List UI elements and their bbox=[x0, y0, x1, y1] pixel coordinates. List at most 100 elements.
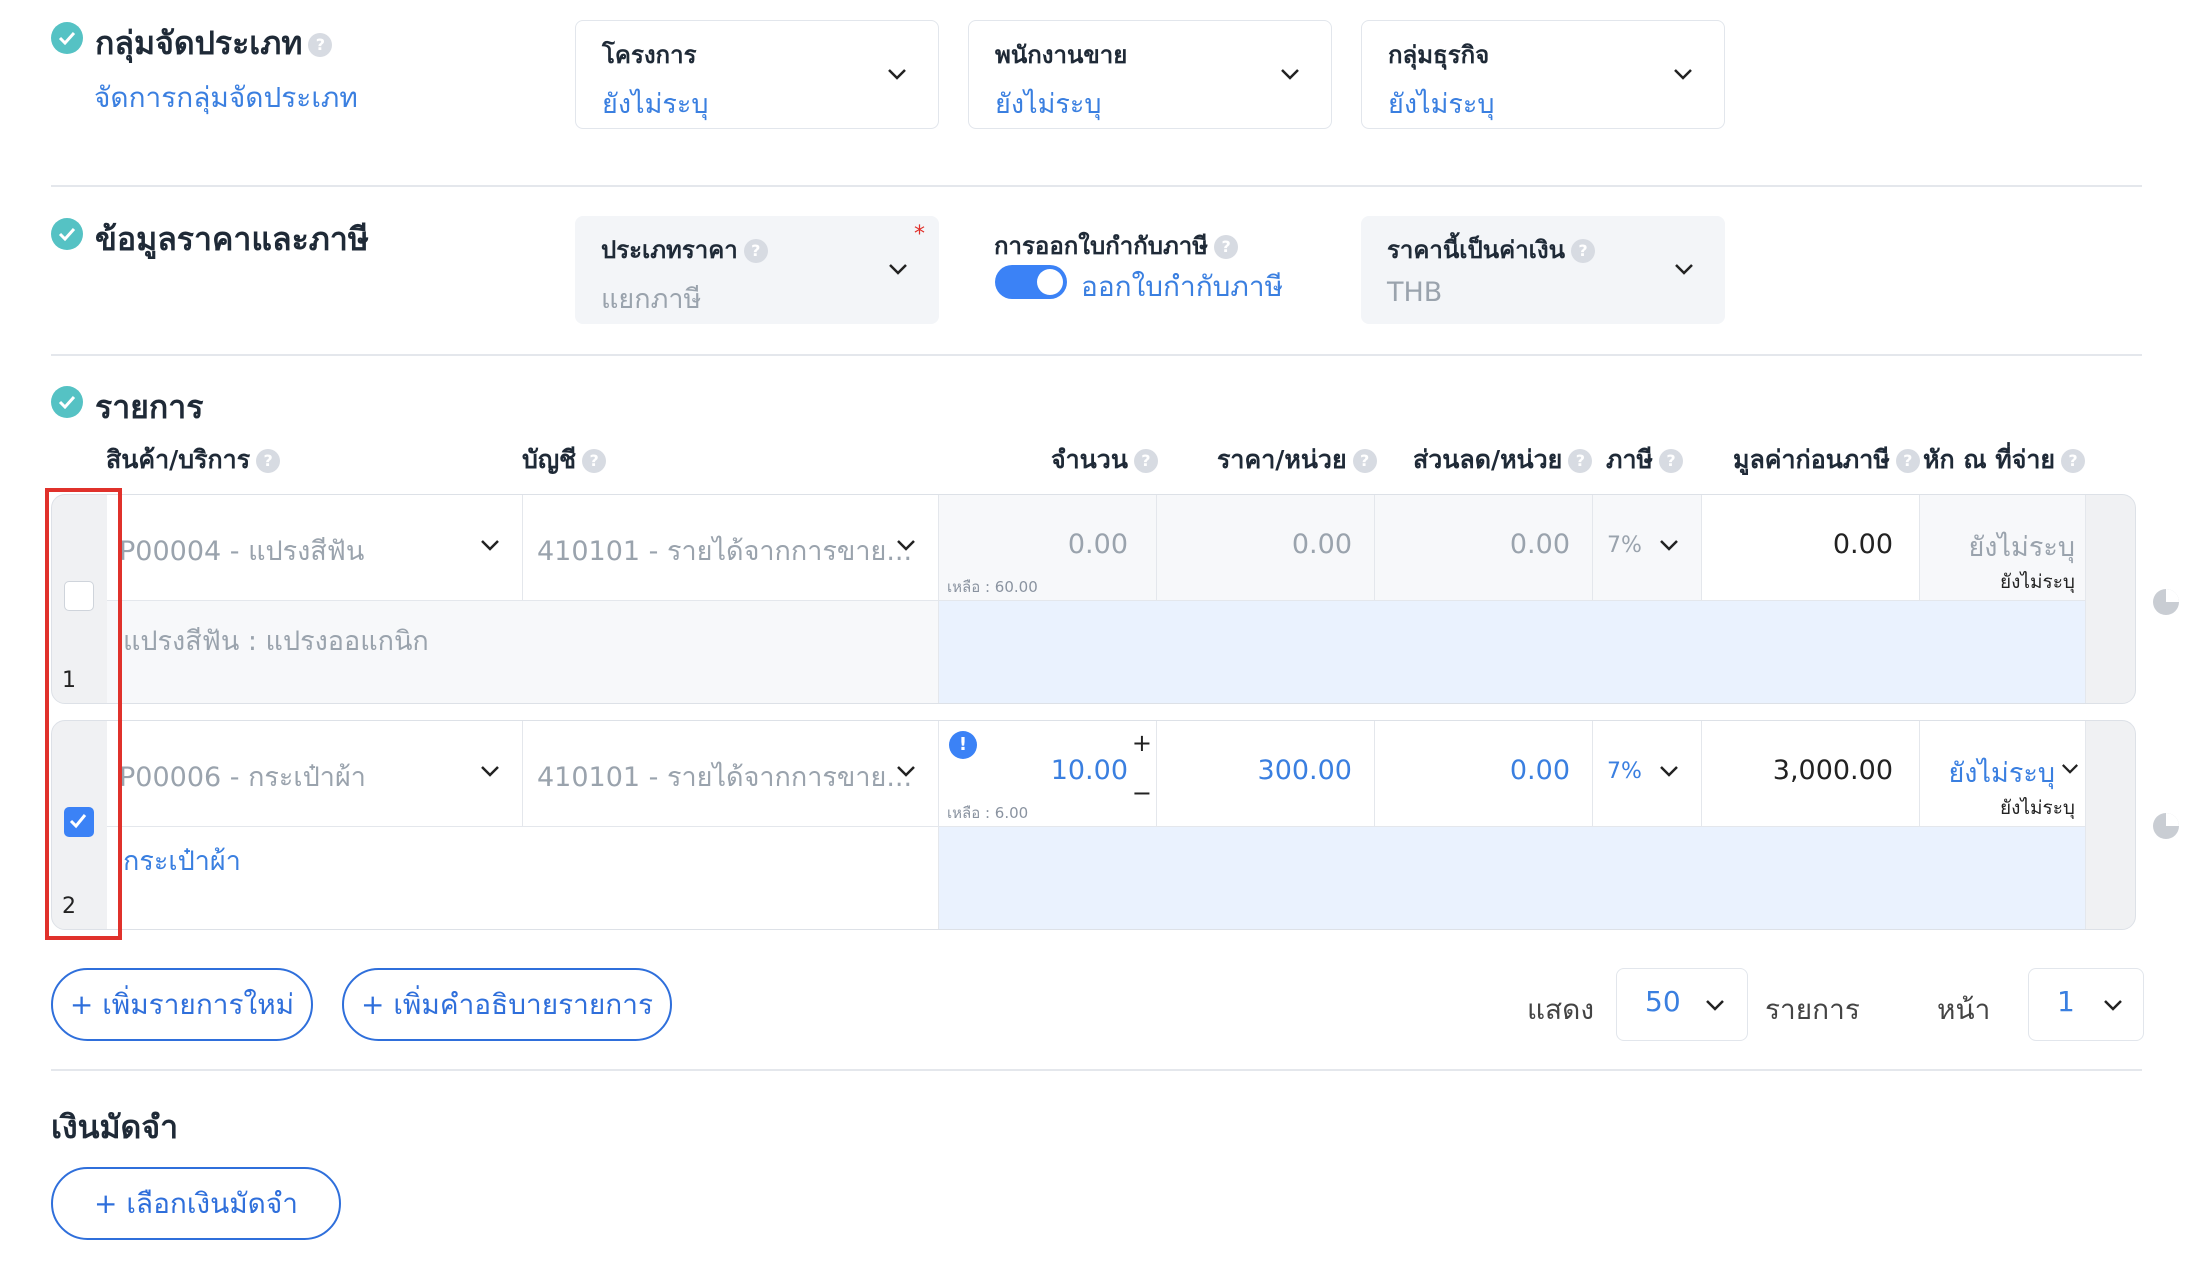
project-value: ยังไม่ระบุ bbox=[602, 89, 709, 120]
col-product-text: สินค้า/บริการ bbox=[106, 445, 251, 474]
quantity-input[interactable]: ! 10.00 + − เหลือ : 6.00 bbox=[939, 721, 1157, 827]
selection-highlight-box bbox=[45, 488, 122, 940]
col-product: สินค้า/บริการ? bbox=[106, 440, 281, 480]
wht-select[interactable]: ยังไม่ระบุ ยังไม่ระบุ bbox=[1920, 721, 2086, 827]
col-account: บัญชี? bbox=[522, 440, 607, 480]
description-extra-area bbox=[939, 601, 2086, 703]
help-icon[interactable]: ? bbox=[582, 449, 607, 473]
chevron-down-icon bbox=[897, 766, 915, 777]
quantity-input[interactable]: 0.00 เหลือ : 60.00 bbox=[939, 495, 1157, 601]
help-icon[interactable]: ? bbox=[1659, 449, 1683, 473]
currency-select[interactable]: ราคานี้เป็นค่าเงิน? THB bbox=[1361, 216, 1725, 324]
col-pretax: มูลค่าก่อนภาษี? bbox=[1733, 440, 1920, 480]
col-price: ราคา/หน่วย? bbox=[1217, 440, 1377, 480]
chevron-down-icon bbox=[1281, 69, 1299, 80]
price-value: 0.00 bbox=[1291, 529, 1352, 560]
remaining-stock: เหลือ : 6.00 bbox=[947, 804, 1029, 822]
group-section-title: กลุ่มจัดประเภท? bbox=[95, 18, 333, 69]
pie-chart-icon[interactable] bbox=[2150, 810, 2182, 842]
quantity-value: 0.00 bbox=[1067, 529, 1128, 560]
add-description-button[interactable]: + เพิ่มคำอธิบายรายการ bbox=[342, 968, 672, 1041]
col-wht-text: หัก ณ ที่จ่าย bbox=[1923, 445, 2056, 474]
product-value: P00004 - แปรงสีฟัน bbox=[119, 536, 365, 567]
manage-group-link[interactable]: จัดการกลุ่มจัดประเภท bbox=[94, 76, 358, 120]
account-select[interactable]: 410101 - รายได้จากการขาย... bbox=[523, 495, 939, 601]
col-discount: ส่วนลด/หน่วย? bbox=[1413, 440, 1593, 480]
price-type-value: แยกภาษี bbox=[601, 284, 702, 315]
col-wht: หัก ณ ที่จ่าย? bbox=[1923, 440, 2086, 480]
quantity-value: 10.00 bbox=[1050, 755, 1128, 786]
pretax-value: 3,000.00 bbox=[1772, 755, 1893, 786]
page-select[interactable]: 1 bbox=[2028, 968, 2144, 1041]
help-icon[interactable]: ? bbox=[1352, 449, 1377, 473]
table-row: 1 P00004 - แปรงสีฟัน 410101 - รายได้จากก… bbox=[51, 494, 2136, 704]
wht-value: ยังไม่ระบุ bbox=[1968, 532, 2075, 563]
decrement-button[interactable]: − bbox=[1132, 779, 1152, 807]
wht-select[interactable]: ยังไม่ระบุ ยังไม่ระบุ bbox=[1920, 495, 2086, 601]
col-tax: ภาษี? bbox=[1606, 440, 1683, 480]
help-icon[interactable]: ? bbox=[743, 239, 768, 263]
chevron-down-icon bbox=[897, 540, 915, 551]
chevron-down-icon bbox=[1660, 540, 1678, 551]
project-label: โครงการ bbox=[602, 41, 697, 69]
chevron-down-icon bbox=[2104, 1000, 2122, 1011]
tax-value: 7% bbox=[1607, 533, 1642, 558]
tax-invoice-toggle[interactable] bbox=[995, 265, 1067, 299]
warning-icon[interactable]: ! bbox=[949, 731, 977, 759]
col-account-text: บัญชี bbox=[522, 445, 577, 474]
required-mark: * bbox=[914, 222, 925, 247]
page-size-select[interactable]: 50 bbox=[1616, 968, 1748, 1041]
wht-value: ยังไม่ระบุ bbox=[1948, 758, 2055, 789]
description-input[interactable]: แปรงสีฟัน : แปรงออแกนิก bbox=[107, 601, 939, 703]
col-price-text: ราคา/หน่วย bbox=[1217, 445, 1347, 474]
pie-chart-icon[interactable] bbox=[2150, 586, 2182, 618]
salesperson-label: พนักงานขาย bbox=[995, 41, 1128, 69]
discount-input[interactable]: 0.00 bbox=[1375, 495, 1593, 601]
tax-select[interactable]: 7% bbox=[1593, 495, 1702, 601]
help-icon[interactable]: ? bbox=[1133, 449, 1158, 473]
tax-invoice-toggle-label[interactable]: ออกใบกำกับภาษี bbox=[1081, 265, 1283, 309]
help-icon[interactable]: ? bbox=[1571, 239, 1596, 263]
account-value: 410101 - รายได้จากการขาย... bbox=[537, 536, 913, 567]
pretax-value-cell: 0.00 bbox=[1702, 495, 1920, 601]
account-select[interactable]: 410101 - รายได้จากการขาย... bbox=[523, 721, 939, 827]
price-type-select[interactable]: ประเภทราคา? แยกภาษี * bbox=[575, 216, 939, 324]
col-quantity: จำนวน? bbox=[1051, 440, 1158, 480]
account-value: 410101 - รายได้จากการขาย... bbox=[537, 762, 913, 793]
description-value: กระเป๋าผ้า bbox=[123, 846, 241, 877]
description-extra-area bbox=[939, 827, 2086, 929]
business-group-select[interactable]: กลุ่มธุรกิจ ยังไม่ระบุ bbox=[1361, 20, 1725, 129]
product-select[interactable]: P00004 - แปรงสีฟัน bbox=[107, 495, 523, 601]
page-value: 1 bbox=[2057, 985, 2075, 1018]
page-label: หน้า bbox=[1937, 993, 1991, 1026]
chevron-down-icon bbox=[1706, 1000, 1724, 1011]
discount-input[interactable]: 0.00 bbox=[1375, 721, 1593, 827]
tax-value: 7% bbox=[1607, 759, 1642, 784]
help-icon[interactable]: ? bbox=[1568, 449, 1593, 473]
help-icon[interactable]: ? bbox=[1214, 235, 1239, 259]
currency-label: ราคานี้เป็นค่าเงิน bbox=[1387, 236, 1566, 264]
project-select[interactable]: โครงการ ยังไม่ระบุ bbox=[575, 20, 939, 129]
help-icon[interactable]: ? bbox=[1895, 449, 1920, 473]
select-deposit-button[interactable]: + เลือกเงินมัดจำ bbox=[51, 1167, 341, 1240]
section-divider bbox=[51, 354, 2142, 356]
increment-button[interactable]: + bbox=[1132, 729, 1152, 757]
price-input[interactable]: 0.00 bbox=[1157, 495, 1375, 601]
deposit-section-title: เงินมัดจำ bbox=[51, 1108, 179, 1146]
pretax-value-cell: 3,000.00 bbox=[1702, 721, 1920, 827]
discount-value: 0.00 bbox=[1509, 529, 1570, 560]
chevron-down-icon bbox=[481, 766, 499, 777]
col-discount-text: ส่วนลด/หน่วย bbox=[1413, 445, 1563, 474]
help-icon[interactable]: ? bbox=[256, 449, 281, 473]
description-value: แปรงสีฟัน : แปรงออแกนิก bbox=[123, 626, 429, 657]
price-input[interactable]: 300.00 bbox=[1157, 721, 1375, 827]
product-select[interactable]: P00006 - กระเป๋าผ้า bbox=[107, 721, 523, 827]
add-item-button[interactable]: + เพิ่มรายการใหม่ bbox=[51, 968, 313, 1041]
col-tax-text: ภาษี bbox=[1606, 445, 1653, 474]
salesperson-select[interactable]: พนักงานขาย ยังไม่ระบุ bbox=[968, 20, 1332, 129]
help-icon[interactable]: ? bbox=[308, 33, 333, 57]
items-section-title: รายการ bbox=[95, 388, 204, 426]
tax-select[interactable]: 7% bbox=[1593, 721, 1702, 827]
description-input[interactable]: กระเป๋าผ้า bbox=[107, 827, 939, 929]
help-icon[interactable]: ? bbox=[2061, 449, 2086, 473]
